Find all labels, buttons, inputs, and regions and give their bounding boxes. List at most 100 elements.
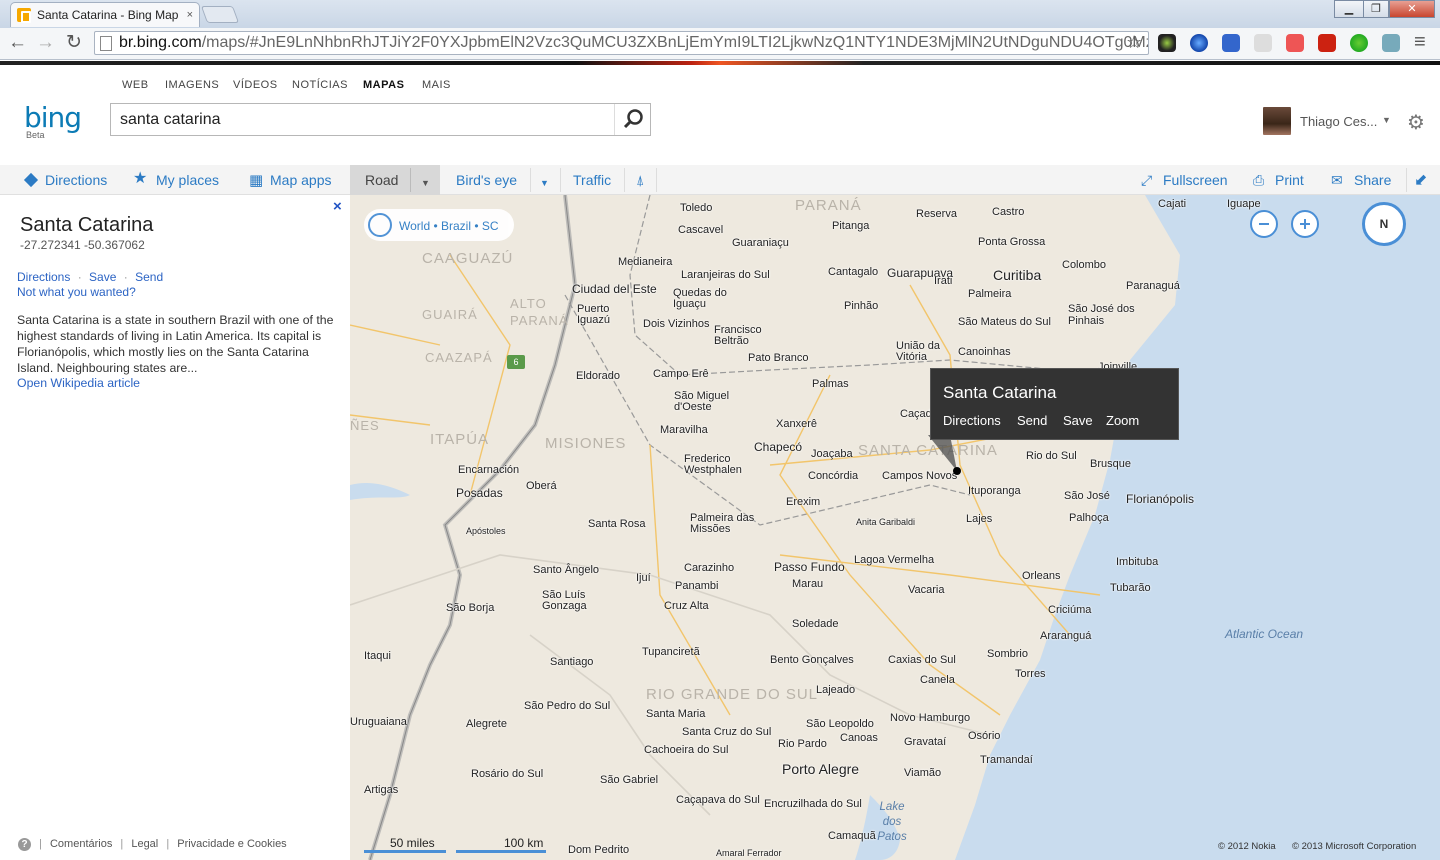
birds-eye-dropdown-icon[interactable]: ▼: [540, 175, 549, 192]
city-label: Canoinhas: [958, 346, 1011, 358]
not-wanted-link[interactable]: Not what you wanted?: [17, 285, 136, 299]
zoom-out-button[interactable]: [1250, 210, 1278, 238]
map-apps-link[interactable]: Map apps: [270, 172, 331, 189]
nav-mais[interactable]: MAIS: [422, 79, 451, 91]
copyright-microsoft[interactable]: © 2013 Microsoft Corporation: [1292, 841, 1416, 852]
nav-noticias[interactable]: NOTÍCIAS: [292, 79, 348, 91]
popup-save[interactable]: Save: [1063, 413, 1093, 428]
road-label: Road: [365, 172, 399, 188]
city-label: Oberá: [526, 480, 557, 492]
traffic-link[interactable]: Traffic: [573, 172, 611, 189]
locate-me-icon[interactable]: [368, 213, 392, 237]
reload-icon[interactable]: ↻: [66, 33, 82, 53]
extension-icon-5[interactable]: [1286, 34, 1304, 52]
region-label: ITAPÚA: [430, 431, 490, 448]
city-label: Rosário do Sul: [471, 768, 544, 780]
popup-zoom[interactable]: Zoom: [1106, 413, 1139, 428]
maximize-button[interactable]: ❐: [1363, 0, 1389, 18]
my-places-link[interactable]: My places: [156, 172, 219, 189]
nav-imagens[interactable]: IMAGENS: [165, 79, 219, 91]
user-name[interactable]: Thiago Ces...: [1300, 114, 1377, 129]
location-popup: Santa Catarina Directions Send Save Zoom: [930, 368, 1179, 440]
fullscreen-link[interactable]: Fullscreen: [1163, 172, 1228, 189]
new-tab-button[interactable]: [200, 6, 240, 23]
city-label: Apóstoles: [466, 526, 506, 536]
city-label: Tupanciretã: [642, 646, 700, 658]
pinterest-icon[interactable]: [1318, 34, 1336, 52]
help-icon[interactable]: ?: [18, 838, 31, 851]
city-label: Dois Vizinhos: [643, 318, 710, 330]
forward-icon[interactable]: →: [36, 33, 55, 53]
city-label: Castro: [992, 206, 1025, 218]
city-label: Cascavel: [678, 224, 724, 236]
birds-eye-link[interactable]: Bird's eye: [456, 172, 517, 189]
road-dropdown-icon[interactable]: ▼: [421, 175, 430, 192]
user-dropdown-icon[interactable]: ▼: [1382, 115, 1391, 125]
nav-web[interactable]: WEB: [122, 79, 149, 91]
avatar[interactable]: [1263, 107, 1291, 135]
browser-tab[interactable]: Santa Catarina - Bing Map ×: [10, 2, 200, 27]
minimize-button[interactable]: ▁: [1334, 0, 1364, 18]
streetside-person-icon[interactable]: ⍋: [636, 172, 644, 189]
address-bar[interactable]: br.bing.com/maps/#JnE9LnNhbnRhJTJiY2F0YX…: [94, 31, 1149, 55]
city-label: São Mateus do Sul: [958, 316, 1051, 328]
nav-mapas[interactable]: MAPAS: [363, 79, 404, 91]
result-send-link[interactable]: Send: [135, 270, 163, 284]
extension-icon-3[interactable]: [1222, 34, 1240, 52]
extension-icon-2[interactable]: [1190, 34, 1208, 52]
footer-privacidade[interactable]: Privacidade e Cookies: [177, 838, 286, 850]
city-label: Chapecó: [754, 440, 803, 454]
popup-directions[interactable]: Directions: [943, 413, 1001, 428]
extension-icon-4[interactable]: [1254, 34, 1272, 52]
city-label: Santiago: [550, 656, 594, 668]
directions-link[interactable]: Directions: [45, 172, 107, 189]
city-label: Encarnación: [458, 464, 520, 476]
city-label: São Pedro do Sul: [524, 700, 611, 712]
city-label: Porto Alegre: [782, 761, 860, 777]
bookmark-star-icon[interactable]: ☆: [1126, 32, 1142, 52]
extension-icon-8[interactable]: [1382, 34, 1400, 52]
search-button[interactable]: [614, 104, 650, 135]
footer-comentarios[interactable]: Comentários: [50, 838, 112, 850]
separator-dot: ·: [123, 270, 128, 284]
popup-send[interactable]: Send: [1017, 413, 1047, 428]
copyright-nokia[interactable]: © 2012 Nokia: [1218, 841, 1276, 852]
city-label: Carazinho: [684, 562, 735, 574]
region-label: ALTO PARANÁ: [510, 296, 569, 328]
extension-icon-7[interactable]: [1350, 34, 1368, 52]
close-tab-icon[interactable]: ×: [187, 9, 193, 21]
city-label: Camaquã: [828, 830, 876, 842]
city-label: São Leopoldo: [806, 718, 874, 730]
page-footer: ? | Comentários | Legal | Privacidade e …: [18, 838, 287, 851]
breadcrumb-text[interactable]: World • Brazil • SC: [399, 219, 499, 233]
collapse-arrow-icon[interactable]: ⬋: [1414, 172, 1427, 189]
map-canvas[interactable]: World • Brazil • SC N PARANÁ CAAGUAZÚ AL…: [350, 195, 1440, 860]
gear-icon[interactable]: ⚙: [1407, 110, 1425, 135]
city-label: Toledo: [680, 202, 713, 214]
nav-videos[interactable]: VÍDEOS: [233, 79, 278, 91]
back-icon[interactable]: ←: [8, 33, 27, 53]
compass-icon[interactable]: N: [1362, 202, 1406, 246]
bing-logo[interactable]: bing: [24, 104, 82, 132]
result-description: Santa Catarina is a state in southern Br…: [17, 313, 334, 375]
page-icon: [100, 36, 112, 51]
share-link[interactable]: Share: [1354, 172, 1391, 189]
city-label: Alegrete: [466, 718, 507, 730]
city-label: Santo Ângelo: [533, 564, 600, 576]
city-label: Anita Garibaldi: [856, 517, 916, 527]
city-label: Palmas: [812, 378, 849, 390]
zoom-in-button[interactable]: [1291, 210, 1319, 238]
close-window-button[interactable]: ✕: [1389, 0, 1435, 18]
close-result-icon[interactable]: ×: [333, 198, 342, 215]
extension-icon-1[interactable]: [1158, 34, 1176, 52]
result-directions-link[interactable]: Directions: [17, 270, 70, 284]
footer-legal[interactable]: Legal: [131, 838, 158, 850]
wikipedia-link[interactable]: Open Wikipedia article: [17, 376, 140, 390]
search-input[interactable]: santa catarina: [110, 103, 651, 136]
region-label: PARANÁ: [795, 197, 862, 214]
menu-icon[interactable]: ≡: [1414, 32, 1426, 52]
print-link[interactable]: Print: [1275, 172, 1304, 189]
result-save-link[interactable]: Save: [89, 270, 116, 284]
region-label: CAAGUAZÚ: [422, 250, 514, 267]
city-label: Canoas: [840, 732, 878, 744]
